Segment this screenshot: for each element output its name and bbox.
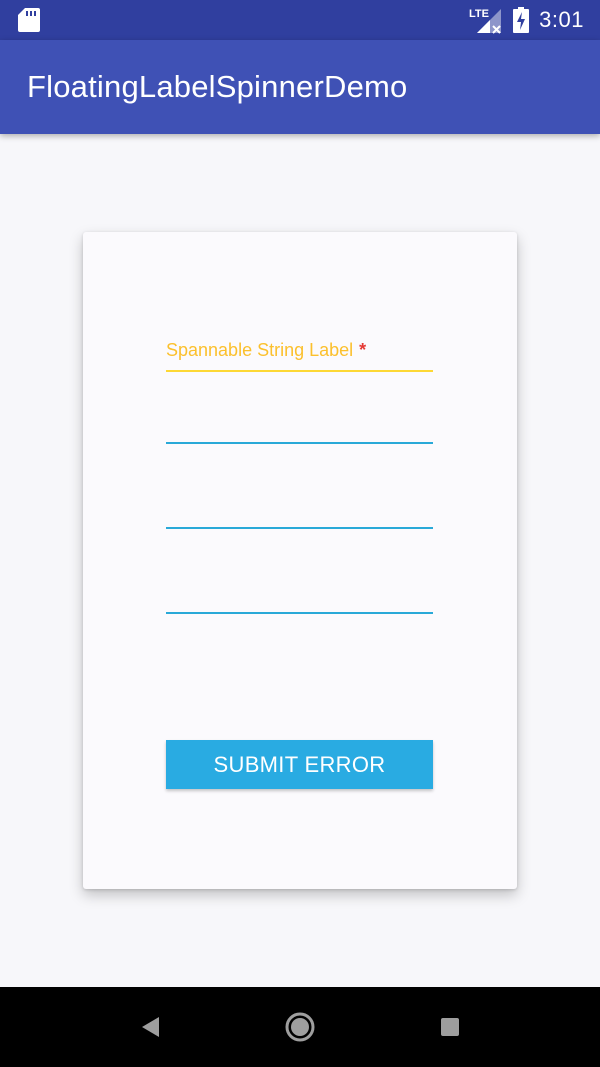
svg-text:LTE: LTE	[469, 8, 489, 20]
recents-icon	[441, 1018, 459, 1036]
app-bar: FloatingLabelSpinnerDemo	[0, 40, 600, 134]
spinner-2[interactable]	[166, 402, 433, 446]
submit-error-button[interactable]: SUBMIT ERROR	[166, 740, 433, 789]
recents-button[interactable]	[410, 987, 490, 1067]
spinner-underline	[166, 527, 433, 529]
battery-charging-icon	[513, 7, 530, 33]
floating-label: Spannable String Label *	[166, 340, 366, 361]
floating-label-text: Spannable String Label	[166, 340, 354, 360]
spannable-label-spinner[interactable]: Spannable String Label *	[166, 332, 433, 374]
app-title: FloatingLabelSpinnerDemo	[27, 69, 408, 104]
lte-signal-icon: LTE	[469, 8, 502, 34]
back-button[interactable]	[110, 987, 190, 1067]
form-card: Spannable String Label * SUBMIT ERROR	[83, 232, 517, 889]
back-icon	[142, 1017, 159, 1037]
spinner-underline	[166, 612, 433, 614]
spinner-3[interactable]	[166, 487, 433, 531]
spinner-underline	[166, 370, 433, 372]
status-bar: LTE 3:01	[0, 0, 600, 40]
required-asterisk: *	[359, 340, 367, 360]
home-icon	[285, 1012, 315, 1042]
navigation-bar	[0, 987, 600, 1067]
status-time: 3:01	[539, 7, 584, 32]
sd-card-icon	[18, 8, 40, 32]
spinner-underline	[166, 442, 433, 444]
home-button[interactable]	[260, 987, 340, 1067]
spinner-4[interactable]	[166, 572, 433, 616]
